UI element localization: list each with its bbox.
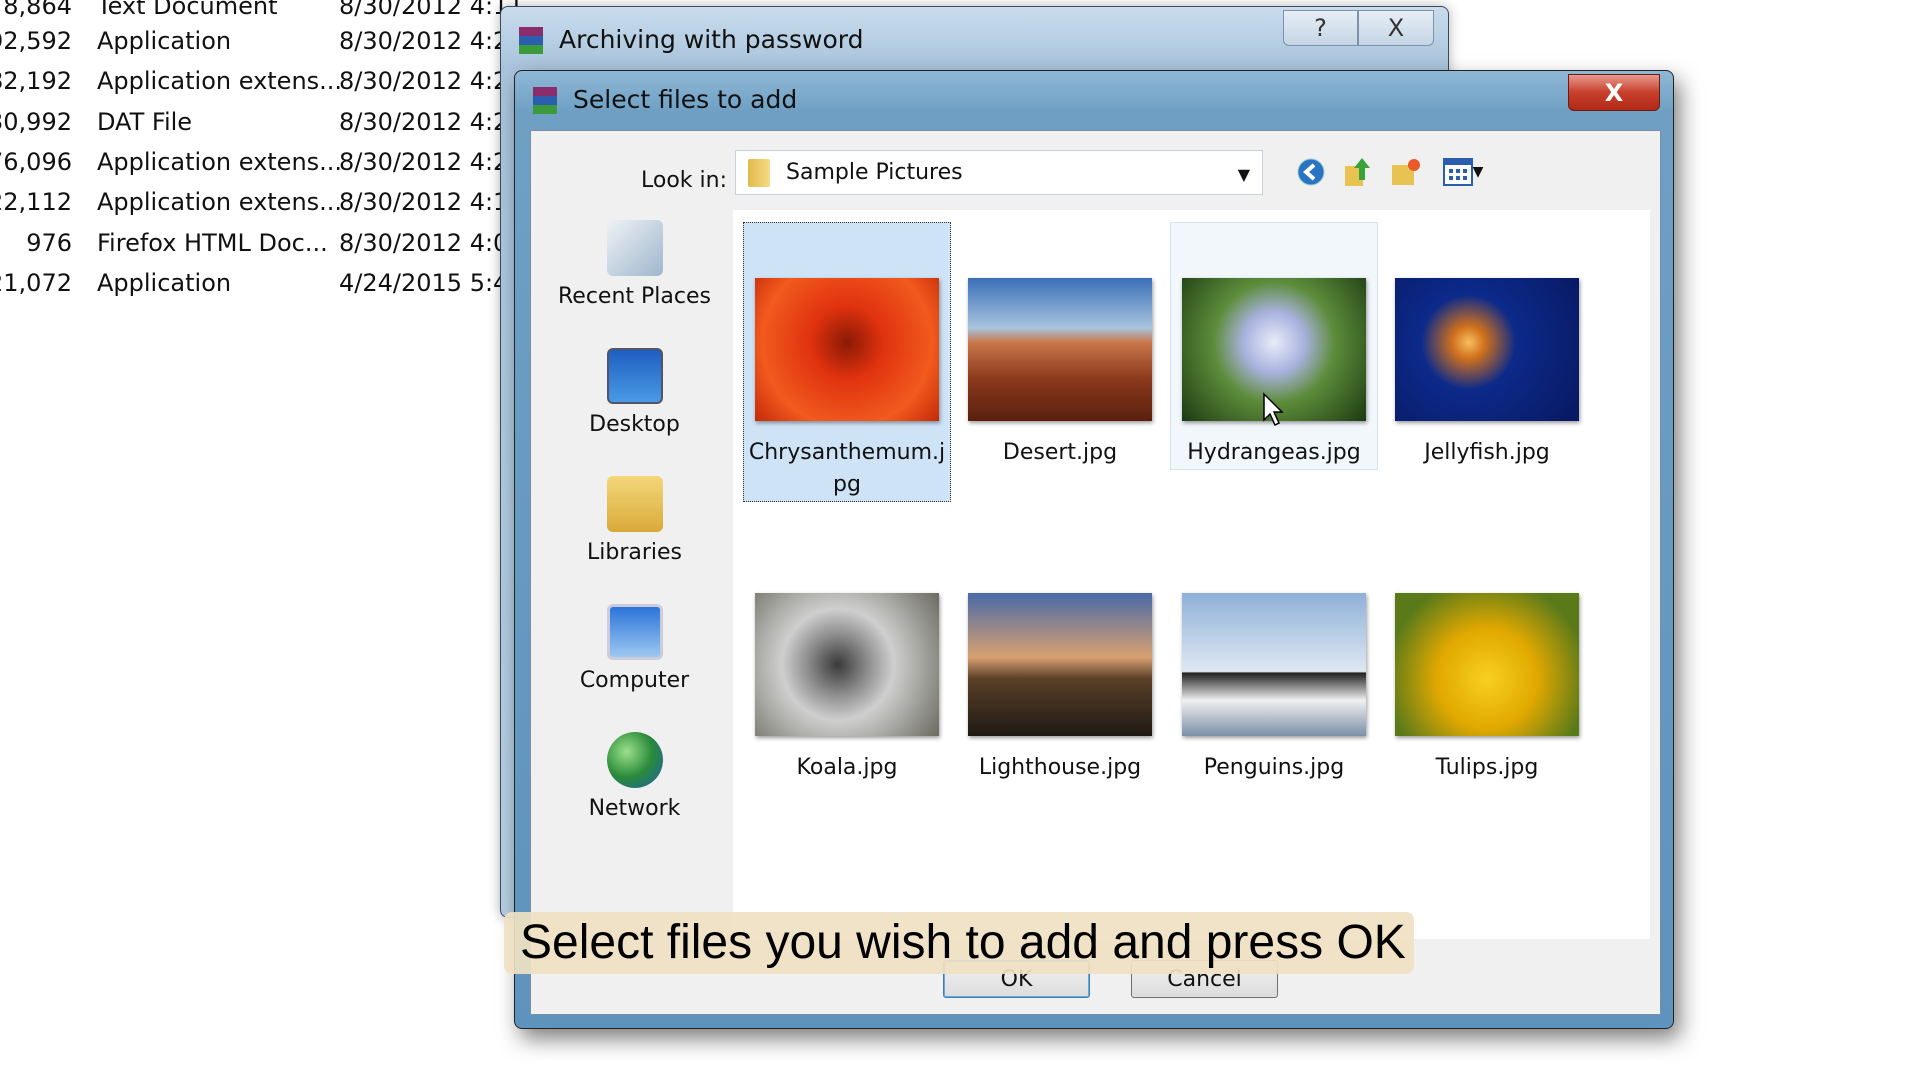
image-thumbnail (1182, 593, 1366, 736)
look-in-label: Look in: (641, 168, 727, 193)
mouse-cursor-icon (1262, 392, 1286, 428)
places-bar: Recent Places Desktop Libraries Computer… (536, 210, 733, 939)
view-menu-button[interactable]: ▼ (1437, 155, 1489, 189)
place-label: Computer (536, 668, 733, 693)
background-list-row[interactable]: 76,096Application extens...8/30/2012 4:2… (0, 148, 500, 178)
file-item[interactable]: Hydrangeas.jpg (1170, 222, 1378, 470)
background-list-row[interactable]: 30,992DAT File8/30/2012 4:20 (0, 108, 500, 138)
desktop-icon (607, 348, 663, 404)
file-size: 82,192 (0, 67, 72, 95)
file-name: Koala.jpg (744, 752, 950, 784)
image-thumbnail (968, 593, 1152, 736)
file-date: 8/30/2012 4:20 (339, 27, 524, 55)
view-grid-icon (1443, 158, 1473, 186)
up-folder-button[interactable] (1340, 155, 1374, 189)
background-file-list: 8,864Text Document8/30/2012 4:11 ...192,… (0, 0, 500, 300)
file-size: 30,992 (0, 108, 72, 136)
place-network[interactable]: Network (536, 732, 733, 821)
place-label: Libraries (536, 540, 733, 565)
close-button[interactable]: X (1568, 74, 1660, 111)
back-button[interactable] (1294, 155, 1328, 189)
file-size: 976 (26, 229, 72, 257)
place-computer[interactable]: Computer (536, 604, 733, 693)
select-files-dialog: Select files to add X Look in: Sample Pi… (514, 70, 1674, 1029)
file-name: Tulips.jpg (1384, 752, 1590, 784)
file-size: 8,864 (3, 0, 72, 20)
place-label: Network (536, 796, 733, 821)
chevron-down-icon: ▼ (1238, 165, 1250, 184)
file-date: 8/30/2012 4:20 (339, 148, 524, 176)
file-size: 76,096 (0, 148, 72, 176)
file-item[interactable]: Koala.jpg (743, 537, 951, 785)
file-name: Lighthouse.jpg (957, 752, 1163, 784)
close-icon: X (1388, 14, 1404, 42)
computer-icon (607, 604, 663, 660)
image-thumbnail (755, 278, 939, 421)
file-list: Chrysanthemum.jpgDesert.jpgHydrangeas.jp… (733, 210, 1650, 939)
file-date: 8/30/2012 4:20 (339, 67, 524, 95)
file-type: Text Document (97, 0, 278, 20)
archiving-dialog-title: Archiving with password (559, 25, 863, 54)
help-button[interactable]: ? (1283, 10, 1358, 46)
place-label: Recent Places (536, 284, 733, 309)
recent-places-icon (607, 220, 663, 276)
file-date: 4/24/2015 5:46 (339, 269, 524, 297)
image-thumbnail (1395, 593, 1579, 736)
file-type: Application (97, 269, 231, 297)
folder-icon (748, 159, 770, 187)
file-date: 8/30/2012 4:17 (339, 188, 524, 216)
file-item[interactable]: Jellyfish.jpg (1383, 222, 1591, 470)
background-list-row[interactable]: 21,072Application4/24/2015 5:46 (0, 269, 500, 299)
background-list-row[interactable]: 192,592Application8/30/2012 4:20 (0, 27, 500, 57)
file-type: Firefox HTML Doc... (97, 229, 328, 257)
image-thumbnail (968, 278, 1152, 421)
image-thumbnail (755, 593, 939, 736)
new-folder-button[interactable] (1389, 155, 1423, 189)
place-recent-places[interactable]: Recent Places (536, 220, 733, 309)
file-item[interactable]: Desert.jpg (956, 222, 1164, 470)
network-icon (607, 732, 663, 788)
place-label: Desktop (536, 412, 733, 437)
background-list-row[interactable]: 8,864Text Document8/30/2012 4:11 ... (0, 0, 500, 22)
file-name: Chrysanthemum.jpg (744, 437, 950, 501)
look-in-dropdown[interactable]: Sample Pictures ▼ (735, 150, 1263, 195)
background-list-row[interactable]: 976Firefox HTML Doc...8/30/2012 4:09 (0, 229, 500, 259)
background-list-row[interactable]: 82,192Application extens...8/30/2012 4:2… (0, 67, 500, 97)
new-folder-icon (1390, 157, 1422, 187)
background-list-row[interactable]: 22,112Application extens...8/30/2012 4:1… (0, 188, 500, 218)
file-item[interactable]: Penguins.jpg (1170, 537, 1378, 785)
place-libraries[interactable]: Libraries (536, 476, 733, 565)
winrar-icon (515, 25, 547, 57)
file-item[interactable]: Chrysanthemum.jpg (743, 222, 951, 502)
file-size: 192,592 (0, 27, 72, 55)
file-type: Application (97, 27, 231, 55)
file-type: DAT File (97, 108, 192, 136)
file-size: 21,072 (0, 269, 72, 297)
close-icon: X (1605, 79, 1624, 107)
file-item[interactable]: Tulips.jpg (1383, 537, 1591, 785)
file-type: Application extens... (97, 148, 342, 176)
dialog-title: Select files to add (573, 85, 797, 114)
look-in-value: Sample Pictures (786, 160, 963, 185)
file-name: Penguins.jpg (1171, 752, 1377, 784)
help-icon: ? (1314, 14, 1327, 42)
file-item[interactable]: Lighthouse.jpg (956, 537, 1164, 785)
file-name: Hydrangeas.jpg (1171, 437, 1377, 469)
winrar-icon (529, 85, 561, 117)
file-type: Application extens... (97, 67, 342, 95)
file-size: 22,112 (0, 188, 72, 216)
image-thumbnail (1395, 278, 1579, 421)
file-type: Application extens... (97, 188, 342, 216)
up-folder-icon (1342, 156, 1372, 188)
back-arrow-icon (1296, 157, 1326, 187)
place-desktop[interactable]: Desktop (536, 348, 733, 437)
file-name: Jellyfish.jpg (1384, 437, 1590, 469)
file-date: 8/30/2012 4:20 (339, 108, 524, 136)
file-name: Desert.jpg (957, 437, 1163, 469)
tutorial-caption: Select files you wish to add and press O… (504, 912, 1414, 974)
back-close-button[interactable]: X (1358, 10, 1434, 46)
libraries-icon (607, 476, 663, 532)
file-date: 8/30/2012 4:09 (339, 229, 524, 257)
dialog-body: Look in: Sample Pictures ▼ ▼ Recent Plac… (530, 130, 1661, 1015)
